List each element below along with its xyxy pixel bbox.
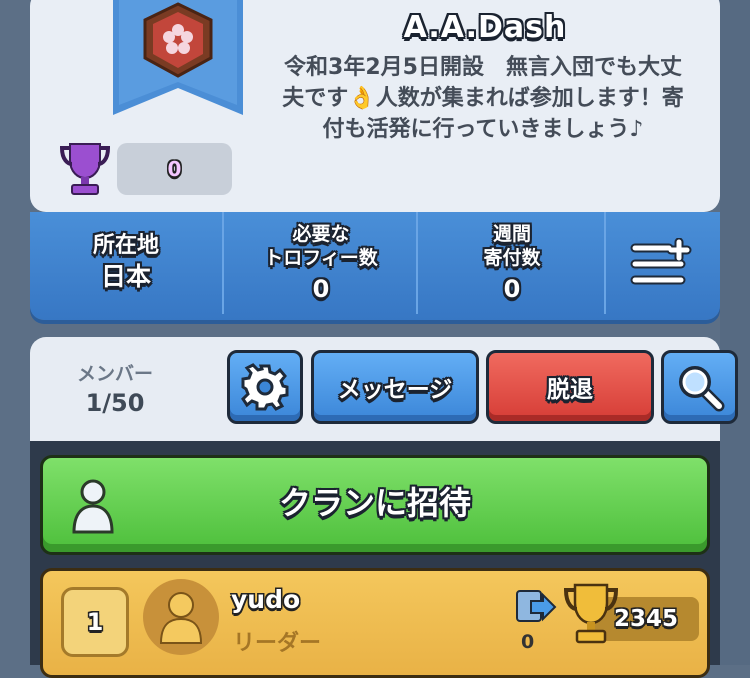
leave-clan-button[interactable]: 脱退 [486, 350, 654, 424]
card-donation-icon [516, 590, 557, 622]
clan-trophy-count: 0 [117, 143, 232, 195]
search-icon [678, 366, 724, 412]
members-panel: メンバー 1/50 メッセージ 脱退 [30, 337, 738, 441]
clan-menu-button[interactable] [604, 212, 722, 314]
location-value: 日本 [100, 262, 151, 291]
member-name: yudo [231, 585, 301, 614]
search-button[interactable] [661, 350, 738, 424]
avatar [143, 579, 219, 655]
required-trophies-label-line1: 必要な [292, 223, 350, 245]
location-label: 所在地 [92, 233, 159, 258]
member-role: リーダー [233, 631, 322, 656]
menu-plus-icon [630, 238, 692, 285]
clan-badge-icon [113, 0, 243, 115]
location-stat: 所在地 日本 [30, 212, 222, 314]
gear-icon [241, 363, 289, 411]
weekly-donations-stat: 週間 寄付数 0 [416, 212, 606, 314]
clan-stats-bar: 所在地 日本 必要な トロフィー数 0 週間 寄付数 0 [30, 212, 720, 320]
required-trophies-label-line2: トロフィー数 [264, 247, 378, 269]
side-background [720, 0, 750, 665]
required-trophies-stat: 必要な トロフィー数 0 [222, 212, 418, 314]
member-donations: 0 [521, 631, 535, 653]
trophy-icon [59, 143, 111, 195]
clan-description: 令和3年2月5日開設 無言入団でも大丈夫です👌人数が集まれば参加します！寄付も活… [282, 55, 684, 142]
trophy-icon [563, 583, 619, 644]
person-icon [159, 592, 203, 644]
invite-to-clan-label: クランに招待 [278, 484, 471, 522]
members-count: 1/50 [85, 389, 145, 417]
weekly-donations-label-line2: 寄付数 [483, 247, 541, 269]
clan-name: A.A.Dash [403, 10, 567, 45]
messages-button[interactable]: メッセージ [311, 350, 479, 424]
member-row[interactable]: 1 yudo リーダー 0 2345 [40, 568, 710, 678]
required-trophies-value: 0 [312, 275, 330, 303]
members-label: メンバー [76, 363, 153, 385]
weekly-donations-label-line1: 週間 [492, 223, 531, 245]
member-rank: 1 [61, 587, 129, 657]
settings-button[interactable] [227, 350, 303, 424]
weekly-donations-value: 0 [503, 275, 521, 303]
invite-to-clan-button[interactable]: クランに招待 [40, 455, 710, 555]
